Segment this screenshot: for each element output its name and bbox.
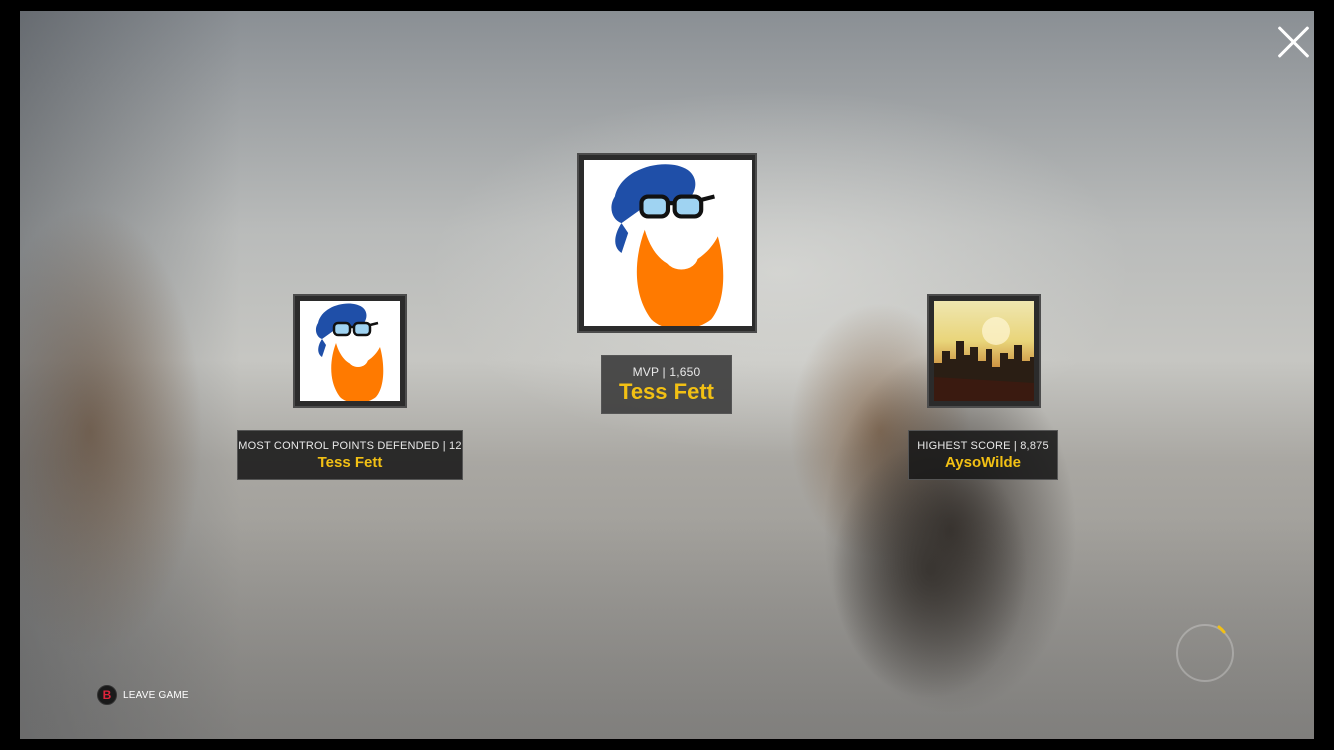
b-button-icon: B	[97, 685, 117, 705]
mvp-label: MVP | 1,650 Tess Fett	[601, 355, 732, 414]
award-stat: MOST CONTROL POINTS DEFENDED | 12	[238, 440, 462, 452]
city-skyline-sunset-icon	[934, 301, 1034, 401]
mvp-avatar-frame	[577, 153, 757, 333]
bearded-man-cap-glasses-icon	[584, 160, 752, 326]
award-right-avatar-frame	[927, 294, 1041, 408]
bearded-man-cap-glasses-icon	[300, 301, 400, 401]
loading-spinner-icon	[1175, 623, 1235, 683]
award-right-label: HIGHEST SCORE | 8,875 AysoWilde	[908, 430, 1058, 480]
close-icon[interactable]	[1276, 24, 1312, 60]
award-stat: HIGHEST SCORE | 8,875	[917, 440, 1049, 452]
leave-game-button[interactable]: B LEAVE GAME	[97, 684, 189, 706]
award-left-avatar-frame	[293, 294, 407, 408]
award-player-name: AysoWilde	[945, 454, 1021, 471]
mvp-player-name: Tess Fett	[619, 379, 714, 404]
award-player-name: Tess Fett	[317, 454, 383, 471]
award-left-label: MOST CONTROL POINTS DEFENDED | 12 Tess F…	[237, 430, 463, 480]
mvp-stat: MVP | 1,650	[632, 365, 701, 379]
leave-game-label: LEAVE GAME	[123, 689, 189, 701]
